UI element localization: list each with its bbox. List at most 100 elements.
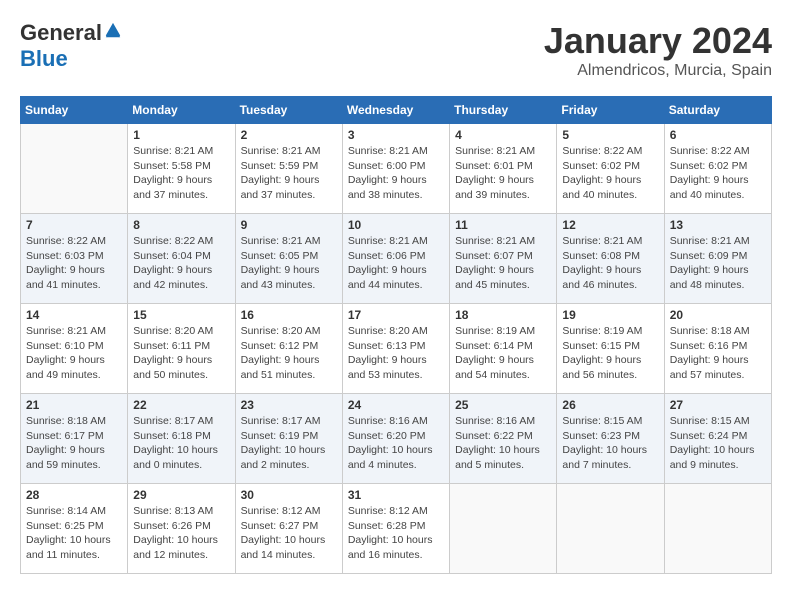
- weekday-header-sunday: Sunday: [21, 97, 128, 124]
- day-cell: [664, 484, 771, 574]
- day-info: Sunrise: 8:20 AMSunset: 6:13 PMDaylight:…: [348, 324, 444, 383]
- day-number: 28: [26, 488, 122, 502]
- logo: General Blue: [20, 20, 122, 72]
- logo-blue: Blue: [20, 46, 68, 71]
- day-cell: 21 Sunrise: 8:18 AMSunset: 6:17 PMDayligh…: [21, 394, 128, 484]
- day-number: 7: [26, 218, 122, 232]
- logo-icon: [104, 22, 122, 40]
- day-cell: [557, 484, 664, 574]
- day-cell: 22 Sunrise: 8:17 AMSunset: 6:18 PMDayligh…: [128, 394, 235, 484]
- day-info: Sunrise: 8:21 AMSunset: 5:59 PMDaylight:…: [241, 144, 337, 203]
- day-info: Sunrise: 8:16 AMSunset: 6:20 PMDaylight:…: [348, 414, 444, 473]
- week-row-4: 21 Sunrise: 8:18 AMSunset: 6:17 PMDayligh…: [21, 394, 772, 484]
- day-number: 24: [348, 398, 444, 412]
- day-info: Sunrise: 8:16 AMSunset: 6:22 PMDaylight:…: [455, 414, 551, 473]
- day-cell: 28Sunrise: 8:14 AMSunset: 6:25 PMDayligh…: [21, 484, 128, 574]
- day-cell: 26Sunrise: 8:15 AMSunset: 6:23 PMDayligh…: [557, 394, 664, 484]
- day-number: 25: [455, 398, 551, 412]
- day-number: 19: [562, 308, 658, 322]
- day-cell: [450, 484, 557, 574]
- day-number: 18: [455, 308, 551, 322]
- day-cell: 11 Sunrise: 8:21 AMSunset: 6:07 PMDayligh…: [450, 214, 557, 304]
- day-number: 14: [26, 308, 122, 322]
- day-number: 11: [455, 218, 551, 232]
- day-info: Sunrise: 8:15 AMSunset: 6:23 PMDaylight:…: [562, 414, 658, 473]
- day-cell: 29 Sunrise: 8:13 AMSunset: 6:26 PMDayligh…: [128, 484, 235, 574]
- day-info: Sunrise: 8:18 AMSunset: 6:17 PMDaylight:…: [26, 414, 122, 473]
- month-title: January 2024: [544, 20, 772, 62]
- day-cell: 9Sunrise: 8:21 AMSunset: 6:05 PMDaylight…: [235, 214, 342, 304]
- day-number: 23: [241, 398, 337, 412]
- day-cell: 6Sunrise: 8:22 AMSunset: 6:02 PMDaylight…: [664, 124, 771, 214]
- day-info: Sunrise: 8:21 AMSunset: 6:05 PMDaylight:…: [241, 234, 337, 293]
- day-cell: 14Sunrise: 8:21 AMSunset: 6:10 PMDayligh…: [21, 304, 128, 394]
- weekday-header-friday: Friday: [557, 97, 664, 124]
- logo-general: General: [20, 20, 102, 46]
- day-cell: 12 Sunrise: 8:21 AMSunset: 6:08 PMDayligh…: [557, 214, 664, 304]
- day-number: 1: [133, 128, 229, 142]
- weekday-header-row: SundayMondayTuesdayWednesdayThursdayFrid…: [21, 97, 772, 124]
- day-number: 22: [133, 398, 229, 412]
- day-info: Sunrise: 8:22 AMSunset: 6:03 PMDaylight:…: [26, 234, 122, 293]
- day-cell: 2 Sunrise: 8:21 AMSunset: 5:59 PMDaylight…: [235, 124, 342, 214]
- day-number: 31: [348, 488, 444, 502]
- day-cell: [21, 124, 128, 214]
- day-cell: 15 Sunrise: 8:20 AMSunset: 6:11 PMDayligh…: [128, 304, 235, 394]
- day-info: Sunrise: 8:21 AMSunset: 6:00 PMDaylight:…: [348, 144, 444, 203]
- day-cell: 10 Sunrise: 8:21 AMSunset: 6:06 PMDayligh…: [342, 214, 449, 304]
- day-info: Sunrise: 8:21 AMSunset: 6:06 PMDaylight:…: [348, 234, 444, 293]
- weekday-header-saturday: Saturday: [664, 97, 771, 124]
- week-row-3: 14Sunrise: 8:21 AMSunset: 6:10 PMDayligh…: [21, 304, 772, 394]
- day-cell: 3 Sunrise: 8:21 AMSunset: 6:00 PMDaylight…: [342, 124, 449, 214]
- week-row-1: 1Sunrise: 8:21 AMSunset: 5:58 PMDaylight…: [21, 124, 772, 214]
- day-info: Sunrise: 8:21 AMSunset: 6:08 PMDaylight:…: [562, 234, 658, 293]
- day-info: Sunrise: 8:22 AMSunset: 6:04 PMDaylight:…: [133, 234, 229, 293]
- day-cell: 20Sunrise: 8:18 AMSunset: 6:16 PMDayligh…: [664, 304, 771, 394]
- day-info: Sunrise: 8:21 AMSunset: 6:07 PMDaylight:…: [455, 234, 551, 293]
- day-cell: 31 Sunrise: 8:12 AMSunset: 6:28 PMDayligh…: [342, 484, 449, 574]
- day-info: Sunrise: 8:20 AMSunset: 6:11 PMDaylight:…: [133, 324, 229, 383]
- week-row-5: 28Sunrise: 8:14 AMSunset: 6:25 PMDayligh…: [21, 484, 772, 574]
- day-cell: 16Sunrise: 8:20 AMSunset: 6:12 PMDayligh…: [235, 304, 342, 394]
- day-cell: 8Sunrise: 8:22 AMSunset: 6:04 PMDaylight…: [128, 214, 235, 304]
- day-number: 17: [348, 308, 444, 322]
- title-block: January 2024 Almendricos, Murcia, Spain: [544, 20, 772, 80]
- day-number: 27: [670, 398, 766, 412]
- day-number: 2: [241, 128, 337, 142]
- day-number: 5: [562, 128, 658, 142]
- day-cell: 17 Sunrise: 8:20 AMSunset: 6:13 PMDayligh…: [342, 304, 449, 394]
- day-cell: 25 Sunrise: 8:16 AMSunset: 6:22 PMDayligh…: [450, 394, 557, 484]
- day-info: Sunrise: 8:21 AMSunset: 6:01 PMDaylight:…: [455, 144, 551, 203]
- day-number: 21: [26, 398, 122, 412]
- day-info: Sunrise: 8:12 AMSunset: 6:28 PMDaylight:…: [348, 504, 444, 563]
- day-number: 10: [348, 218, 444, 232]
- day-number: 4: [455, 128, 551, 142]
- day-info: Sunrise: 8:22 AMSunset: 6:02 PMDaylight:…: [670, 144, 766, 203]
- day-info: Sunrise: 8:21 AMSunset: 6:09 PMDaylight:…: [670, 234, 766, 293]
- day-info: Sunrise: 8:22 AMSunset: 6:02 PMDaylight:…: [562, 144, 658, 203]
- day-cell: 7 Sunrise: 8:22 AMSunset: 6:03 PMDaylight…: [21, 214, 128, 304]
- day-info: Sunrise: 8:12 AMSunset: 6:27 PMDaylight:…: [241, 504, 337, 563]
- day-number: 3: [348, 128, 444, 142]
- day-cell: 18 Sunrise: 8:19 AMSunset: 6:14 PMDayligh…: [450, 304, 557, 394]
- day-info: Sunrise: 8:20 AMSunset: 6:12 PMDaylight:…: [241, 324, 337, 383]
- weekday-header-thursday: Thursday: [450, 97, 557, 124]
- day-cell: 19Sunrise: 8:19 AMSunset: 6:15 PMDayligh…: [557, 304, 664, 394]
- day-cell: 30Sunrise: 8:12 AMSunset: 6:27 PMDayligh…: [235, 484, 342, 574]
- day-info: Sunrise: 8:13 AMSunset: 6:26 PMDaylight:…: [133, 504, 229, 563]
- day-number: 15: [133, 308, 229, 322]
- day-number: 12: [562, 218, 658, 232]
- page-header: General Blue January 2024 Almendricos, M…: [20, 20, 772, 80]
- day-number: 29: [133, 488, 229, 502]
- calendar-table: SundayMondayTuesdayWednesdayThursdayFrid…: [20, 96, 772, 574]
- week-row-2: 7 Sunrise: 8:22 AMSunset: 6:03 PMDaylight…: [21, 214, 772, 304]
- day-number: 13: [670, 218, 766, 232]
- day-cell: 27Sunrise: 8:15 AMSunset: 6:24 PMDayligh…: [664, 394, 771, 484]
- day-info: Sunrise: 8:18 AMSunset: 6:16 PMDaylight:…: [670, 324, 766, 383]
- day-info: Sunrise: 8:19 AMSunset: 6:14 PMDaylight:…: [455, 324, 551, 383]
- day-cell: 4 Sunrise: 8:21 AMSunset: 6:01 PMDaylight…: [450, 124, 557, 214]
- day-info: Sunrise: 8:17 AMSunset: 6:18 PMDaylight:…: [133, 414, 229, 473]
- day-cell: 23Sunrise: 8:17 AMSunset: 6:19 PMDayligh…: [235, 394, 342, 484]
- day-cell: 5 Sunrise: 8:22 AMSunset: 6:02 PMDaylight…: [557, 124, 664, 214]
- weekday-header-wednesday: Wednesday: [342, 97, 449, 124]
